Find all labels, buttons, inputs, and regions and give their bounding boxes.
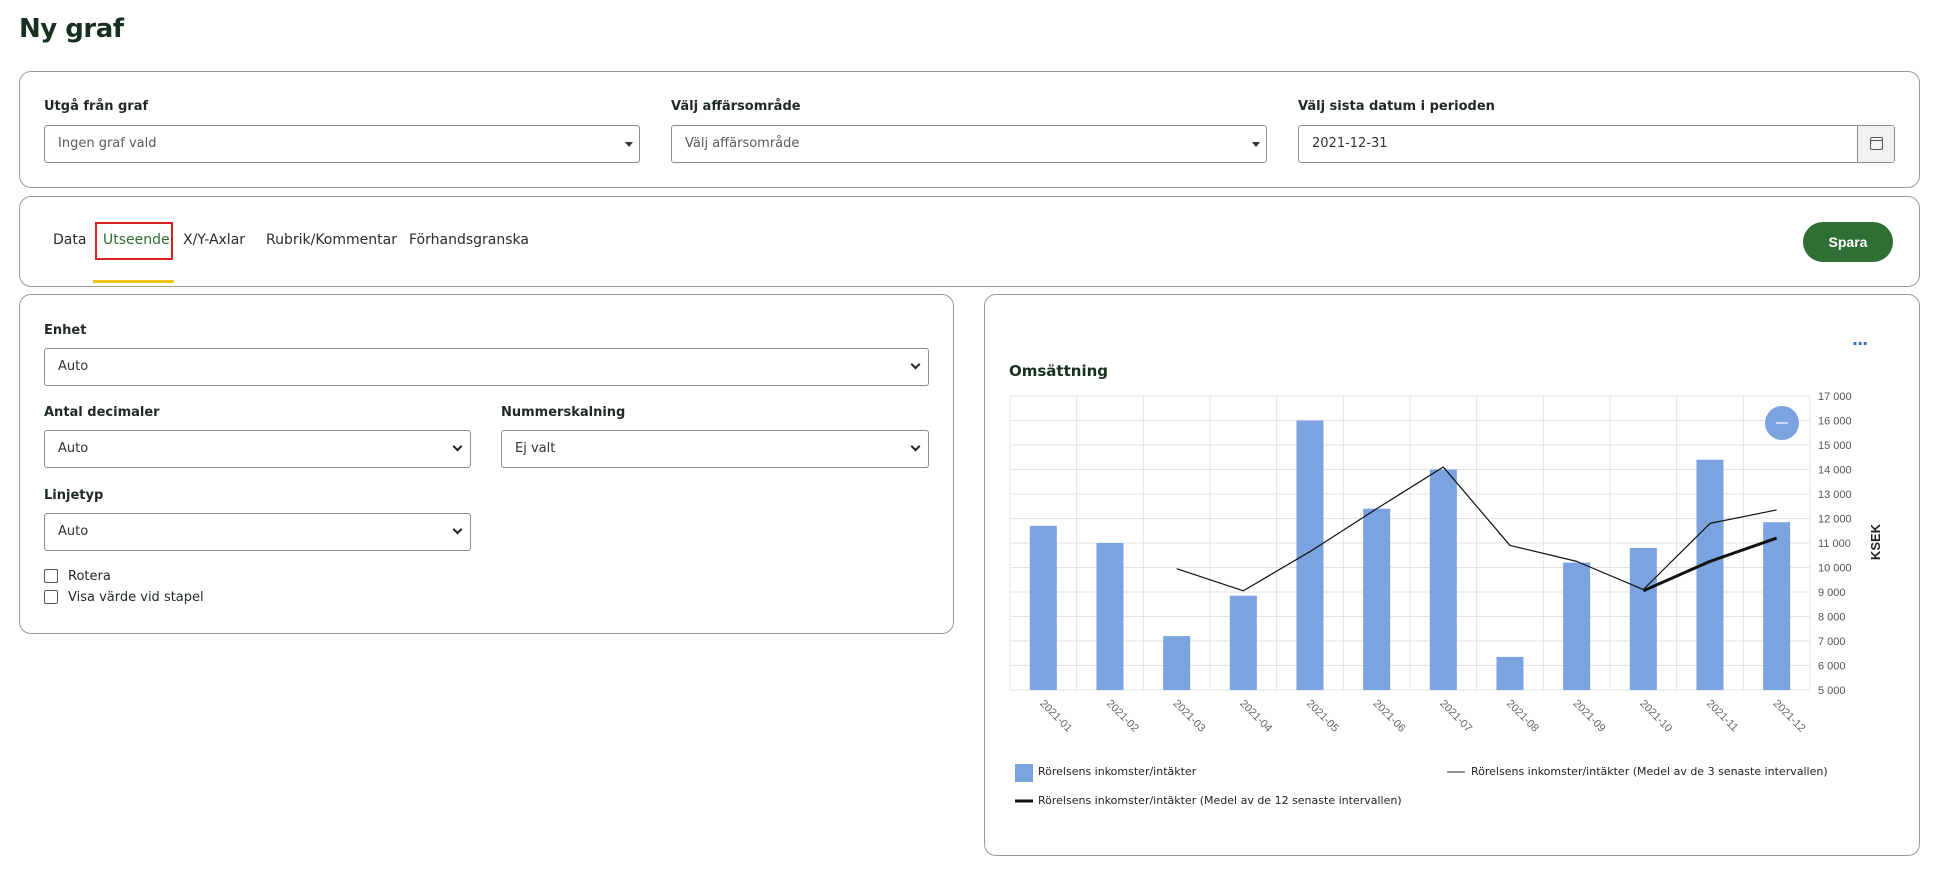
y-tick-label: 10 000 [1818, 563, 1852, 575]
x-tick-label: 2021-03 [1171, 698, 1208, 735]
y-tick-label: 17 000 [1818, 391, 1852, 403]
x-tick-label: 2021-08 [1504, 698, 1541, 735]
bar-2021-10[interactable] [1629, 547, 1657, 690]
bar-2021-06[interactable] [1363, 508, 1391, 690]
x-tick-label: 2021-10 [1637, 698, 1674, 735]
legend-bar-swatch [1015, 764, 1033, 782]
bar-2021-11[interactable] [1696, 459, 1724, 690]
y-tick-label: 16 000 [1818, 416, 1852, 428]
y-tick-label: 15 000 [1818, 440, 1852, 452]
x-tick-label: 2021-06 [1371, 698, 1408, 735]
x-tick-label: 2021-01 [1037, 698, 1074, 735]
legend-item-avg3[interactable]: Rörelsens inkomster/intäkter (Medel av d… [1471, 765, 1828, 778]
bar-2021-07[interactable] [1429, 469, 1457, 691]
x-tick-label: 2021-04 [1237, 698, 1274, 735]
chart-svg: 5 000 6 000 7 000 8 000 9 000 10 000 11 000 12 … [1009, 391, 1883, 803]
x-tick-label: 2021-11 [1704, 698, 1740, 734]
legend-item-bars[interactable]: Rörelsens inkomster/intäkter [1038, 765, 1196, 778]
y-tick-label: 7 000 [1818, 636, 1846, 648]
x-tick-label: 2021-05 [1304, 698, 1341, 735]
y-tick-label: 14 000 [1818, 465, 1852, 477]
legend-item-avg12[interactable]: Rörelsens inkomster/intäkter (Medel av d… [1038, 794, 1402, 807]
y-tick-label: 8 000 [1818, 612, 1846, 624]
y-tick-label: 12 000 [1818, 514, 1852, 526]
x-tick-label: 2021-07 [1437, 698, 1474, 735]
bar-2021-01[interactable] [1029, 525, 1057, 690]
bar-2021-03[interactable] [1163, 636, 1191, 690]
x-tick-label: 2021-09 [1571, 698, 1608, 735]
bar-2021-05[interactable] [1296, 420, 1324, 691]
x-tick-label: 2021-12 [1771, 698, 1808, 735]
y-tick-label: 9 000 [1818, 587, 1846, 599]
bar-2021-12[interactable] [1763, 522, 1791, 690]
bar-2021-02[interactable] [1096, 543, 1124, 690]
bar-2021-08[interactable] [1496, 656, 1524, 690]
x-tick-label: 2021-02 [1104, 698, 1141, 735]
bar-2021-04[interactable] [1229, 595, 1257, 690]
y-tick-label: 13 000 [1818, 489, 1852, 501]
y-tick-label: 11 000 [1818, 538, 1851, 550]
y-tick-label: 5 000 [1818, 685, 1846, 697]
y-tick-label: 6 000 [1818, 661, 1846, 673]
y-axis-label: KSEK [1868, 523, 1883, 560]
bar-2021-09[interactable] [1563, 562, 1591, 690]
